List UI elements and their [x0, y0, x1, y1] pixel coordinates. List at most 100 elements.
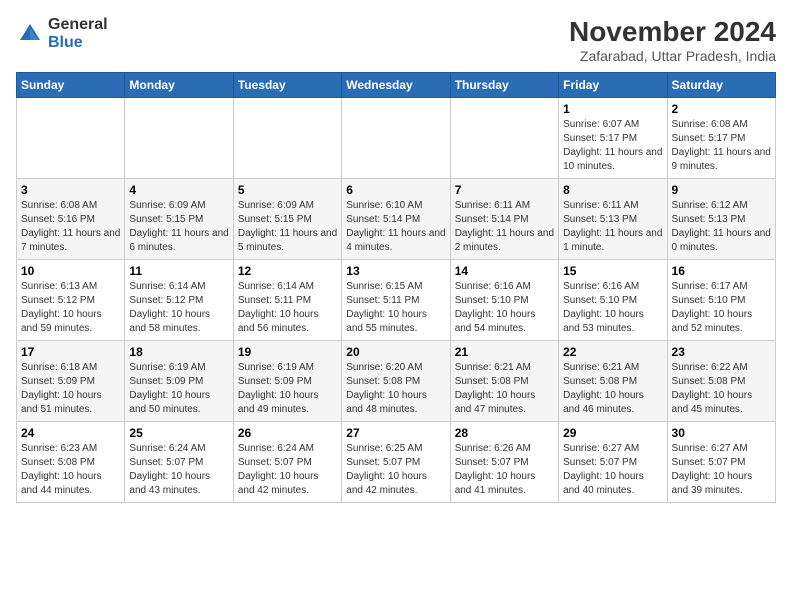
calendar-cell: 4 Sunrise: 6:09 AMSunset: 5:15 PMDaylight… [125, 179, 233, 260]
day-number: 16 [672, 264, 771, 278]
calendar-cell: 1 Sunrise: 6:07 AMSunset: 5:17 PMDaylight… [559, 98, 667, 179]
calendar-cell: 11 Sunrise: 6:14 AMSunset: 5:12 PMDayligh… [125, 260, 233, 341]
day-info: Sunrise: 6:25 AMSunset: 5:07 PMDaylight:… [346, 442, 445, 498]
day-number: 1 [563, 102, 662, 116]
day-number: 29 [563, 426, 662, 440]
day-info: Sunrise: 6:15 AMSunset: 5:11 PMDaylight:… [346, 280, 445, 336]
calendar-cell [233, 98, 341, 179]
day-info: Sunrise: 6:24 AMSunset: 5:07 PMDaylight:… [129, 442, 228, 498]
day-number: 10 [21, 264, 120, 278]
calendar-cell: 3 Sunrise: 6:08 AMSunset: 5:16 PMDaylight… [17, 179, 125, 260]
calendar-cell: 29 Sunrise: 6:27 AMSunset: 5:07 PMDayligh… [559, 422, 667, 503]
day-info: Sunrise: 6:18 AMSunset: 5:09 PMDaylight:… [21, 361, 120, 417]
calendar-cell: 12 Sunrise: 6:14 AMSunset: 5:11 PMDayligh… [233, 260, 341, 341]
day-number: 5 [238, 183, 337, 197]
calendar-cell: 17 Sunrise: 6:18 AMSunset: 5:09 PMDayligh… [17, 341, 125, 422]
logo-icon [16, 20, 44, 48]
day-info: Sunrise: 6:27 AMSunset: 5:07 PMDaylight:… [672, 442, 771, 498]
calendar-cell: 25 Sunrise: 6:24 AMSunset: 5:07 PMDayligh… [125, 422, 233, 503]
calendar-cell: 5 Sunrise: 6:09 AMSunset: 5:15 PMDaylight… [233, 179, 341, 260]
day-number: 12 [238, 264, 337, 278]
day-number: 21 [455, 345, 554, 359]
calendar-week-row: 17 Sunrise: 6:18 AMSunset: 5:09 PMDayligh… [17, 341, 776, 422]
logo-general-text: General [48, 16, 108, 33]
weekday-header: Sunday [17, 73, 125, 98]
day-info: Sunrise: 6:11 AMSunset: 5:13 PMDaylight:… [563, 199, 662, 255]
day-number: 6 [346, 183, 445, 197]
day-info: Sunrise: 6:21 AMSunset: 5:08 PMDaylight:… [563, 361, 662, 417]
day-number: 24 [21, 426, 120, 440]
calendar-cell [450, 98, 558, 179]
logo-blue-text: Blue [48, 34, 83, 51]
calendar-cell [125, 98, 233, 179]
calendar-cell: 21 Sunrise: 6:21 AMSunset: 5:08 PMDayligh… [450, 341, 558, 422]
day-info: Sunrise: 6:24 AMSunset: 5:07 PMDaylight:… [238, 442, 337, 498]
title-block: November 2024 Zafarabad, Uttar Pradesh, … [569, 16, 776, 64]
day-info: Sunrise: 6:19 AMSunset: 5:09 PMDaylight:… [129, 361, 228, 417]
page-header: General Blue November 2024 Zafarabad, Ut… [16, 16, 776, 64]
day-number: 9 [672, 183, 771, 197]
calendar-cell [17, 98, 125, 179]
day-info: Sunrise: 6:13 AMSunset: 5:12 PMDaylight:… [21, 280, 120, 336]
calendar-cell: 20Sunrise: 6:20 AMSunset: 5:08 PMDayligh… [342, 341, 450, 422]
day-info: Sunrise: 6:26 AMSunset: 5:07 PMDaylight:… [455, 442, 554, 498]
day-number: 19 [238, 345, 337, 359]
day-number: 27 [346, 426, 445, 440]
day-number: 11 [129, 264, 228, 278]
calendar-cell: 26 Sunrise: 6:24 AMSunset: 5:07 PMDayligh… [233, 422, 341, 503]
day-info: Sunrise: 6:09 AMSunset: 5:15 PMDaylight:… [129, 199, 228, 255]
day-number: 3 [21, 183, 120, 197]
day-info: Sunrise: 6:17 AMSunset: 5:10 PMDaylight:… [672, 280, 771, 336]
day-info: Sunrise: 6:23 AMSunset: 5:08 PMDaylight:… [21, 442, 120, 498]
day-number: 23 [672, 345, 771, 359]
weekday-header: Monday [125, 73, 233, 98]
calendar-cell: 18 Sunrise: 6:19 AMSunset: 5:09 PMDayligh… [125, 341, 233, 422]
day-info: Sunrise: 6:16 AMSunset: 5:10 PMDaylight:… [563, 280, 662, 336]
calendar-cell: 6Sunrise: 6:10 AMSunset: 5:14 PMDaylight… [342, 179, 450, 260]
calendar-week-row: 1 Sunrise: 6:07 AMSunset: 5:17 PMDaylight… [17, 98, 776, 179]
calendar-cell: 22Sunrise: 6:21 AMSunset: 5:08 PMDayligh… [559, 341, 667, 422]
day-number: 26 [238, 426, 337, 440]
calendar-table: SundayMondayTuesdayWednesdayThursdayFrid… [16, 72, 776, 503]
weekday-header: Saturday [667, 73, 775, 98]
calendar-week-row: 24 Sunrise: 6:23 AMSunset: 5:08 PMDayligh… [17, 422, 776, 503]
calendar-cell: 7 Sunrise: 6:11 AMSunset: 5:14 PMDaylight… [450, 179, 558, 260]
day-info: Sunrise: 6:21 AMSunset: 5:08 PMDaylight:… [455, 361, 554, 417]
day-info: Sunrise: 6:07 AMSunset: 5:17 PMDaylight:… [563, 118, 662, 174]
page-subtitle: Zafarabad, Uttar Pradesh, India [569, 48, 776, 64]
day-info: Sunrise: 6:11 AMSunset: 5:14 PMDaylight:… [455, 199, 554, 255]
day-info: Sunrise: 6:16 AMSunset: 5:10 PMDaylight:… [455, 280, 554, 336]
calendar-cell: 2Sunrise: 6:08 AMSunset: 5:17 PMDaylight… [667, 98, 775, 179]
day-number: 7 [455, 183, 554, 197]
calendar-cell: 13Sunrise: 6:15 AMSunset: 5:11 PMDayligh… [342, 260, 450, 341]
calendar-week-row: 10 Sunrise: 6:13 AMSunset: 5:12 PMDayligh… [17, 260, 776, 341]
calendar-cell: 28 Sunrise: 6:26 AMSunset: 5:07 PMDayligh… [450, 422, 558, 503]
day-number: 17 [21, 345, 120, 359]
calendar-cell: 14 Sunrise: 6:16 AMSunset: 5:10 PMDayligh… [450, 260, 558, 341]
day-number: 18 [129, 345, 228, 359]
day-number: 4 [129, 183, 228, 197]
day-info: Sunrise: 6:12 AMSunset: 5:13 PMDaylight:… [672, 199, 771, 255]
day-number: 30 [672, 426, 771, 440]
day-number: 2 [672, 102, 771, 116]
day-number: 14 [455, 264, 554, 278]
page-title: November 2024 [569, 16, 776, 48]
day-info: Sunrise: 6:14 AMSunset: 5:11 PMDaylight:… [238, 280, 337, 336]
weekday-header: Thursday [450, 73, 558, 98]
calendar-cell: 9 Sunrise: 6:12 AMSunset: 5:13 PMDaylight… [667, 179, 775, 260]
calendar-cell: 23Sunrise: 6:22 AMSunset: 5:08 PMDayligh… [667, 341, 775, 422]
day-info: Sunrise: 6:09 AMSunset: 5:15 PMDaylight:… [238, 199, 337, 255]
calendar-cell: 15 Sunrise: 6:16 AMSunset: 5:10 PMDayligh… [559, 260, 667, 341]
day-number: 25 [129, 426, 228, 440]
day-number: 28 [455, 426, 554, 440]
calendar-cell: 10 Sunrise: 6:13 AMSunset: 5:12 PMDayligh… [17, 260, 125, 341]
day-number: 15 [563, 264, 662, 278]
day-info: Sunrise: 6:08 AMSunset: 5:16 PMDaylight:… [21, 199, 120, 255]
day-info: Sunrise: 6:14 AMSunset: 5:12 PMDaylight:… [129, 280, 228, 336]
day-info: Sunrise: 6:27 AMSunset: 5:07 PMDaylight:… [563, 442, 662, 498]
day-info: Sunrise: 6:20 AMSunset: 5:08 PMDaylight:… [346, 361, 445, 417]
day-info: Sunrise: 6:19 AMSunset: 5:09 PMDaylight:… [238, 361, 337, 417]
calendar-cell: 19 Sunrise: 6:19 AMSunset: 5:09 PMDayligh… [233, 341, 341, 422]
calendar-cell: 27 Sunrise: 6:25 AMSunset: 5:07 PMDayligh… [342, 422, 450, 503]
day-number: 8 [563, 183, 662, 197]
